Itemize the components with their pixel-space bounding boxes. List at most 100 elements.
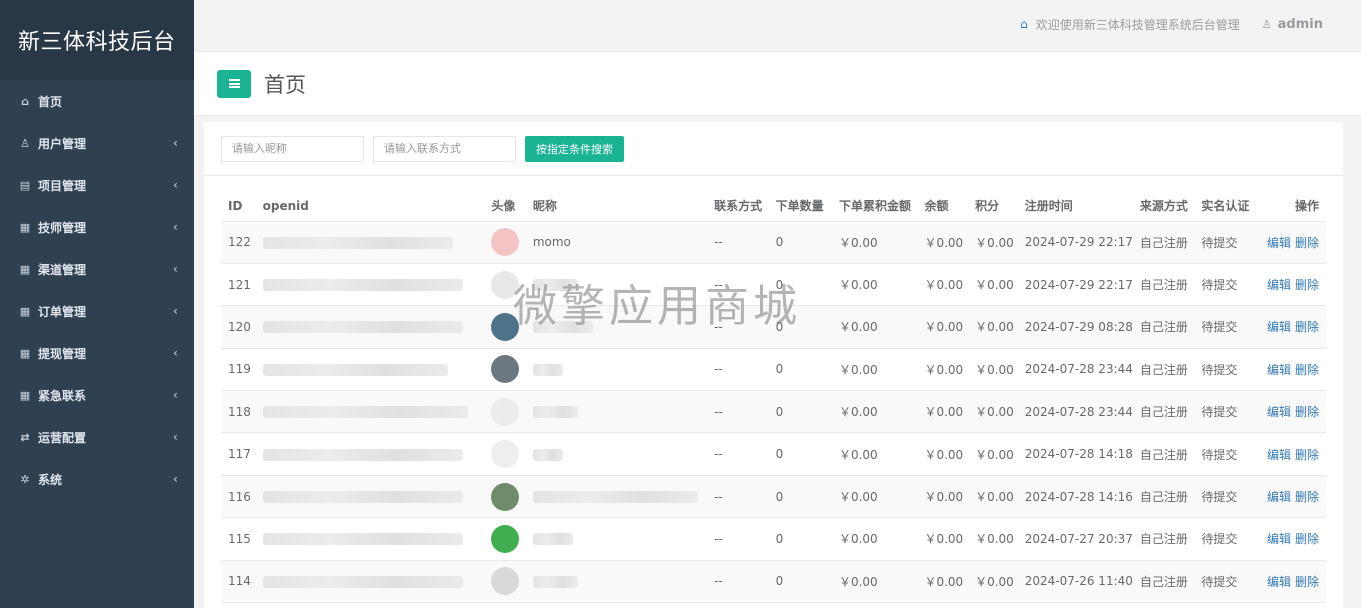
user-id: 114 [221,560,256,604]
edit-link[interactable]: 编辑 [1267,236,1291,250]
source: 自己注册 [1132,221,1195,264]
nickname-redacted [532,363,563,376]
chevron-left-icon: ‹ [173,472,178,486]
delete-link[interactable]: 删除 [1295,532,1319,546]
table-row: 118 -- 0 ￥0.00 ￥0.00 ￥0.00 2024-07-28 23:44 自己注… [221,390,1326,434]
sidebar-item-9[interactable]: ✲ 系统 ‹ [0,458,194,500]
edit-link[interactable]: 编辑 [1267,575,1291,589]
source: 自己注册 [1132,560,1195,604]
column-header: 来源方式 [1132,191,1195,222]
order-count: 0 [768,390,832,434]
page-heading: 首页 [194,52,1361,116]
user-id: 120 [221,305,256,349]
balance: ￥0.00 [917,263,969,307]
points: ￥0.00 [968,517,1018,561]
edit-link[interactable]: 编辑 [1267,490,1291,504]
chevron-left-icon: ‹ [173,388,178,402]
page-title: 首页 [264,72,306,97]
nickname-cell [525,348,708,392]
actions-cell: 编辑 删除 [1255,348,1326,392]
grid-icon: ▦ [19,388,31,402]
contact-search-input[interactable] [373,135,516,162]
delete-link[interactable]: 删除 [1295,236,1319,250]
delete-link[interactable]: 删除 [1295,278,1319,292]
edit-link[interactable]: 编辑 [1267,320,1291,334]
menu-toggle-button[interactable] [217,69,251,98]
sidebar-item-2[interactable]: ▤ 项目管理 ‹ [0,164,194,206]
edit-link[interactable]: 编辑 [1267,278,1291,292]
grid-icon: ▦ [19,262,31,276]
openid-cell [255,475,485,519]
welcome-link[interactable]: ⌂ 欢迎使用新三体科技管理系统后台管理 [1020,16,1240,33]
avatar-cell [484,475,526,519]
actions-cell: 编辑 删除 [1255,475,1326,519]
user-menu[interactable]: ♙ admin [1262,17,1323,32]
actions-cell: 编辑 删除 [1255,305,1326,349]
sidebar-item-1[interactable]: ♙ 用户管理 ‹ [0,122,194,164]
edit-link[interactable]: 编辑 [1267,532,1291,546]
balance: ￥0.00 [917,221,969,264]
table-row: 117 -- 0 ￥0.00 ￥0.00 ￥0.00 2024-07-28 14:18 自己注… [221,432,1326,476]
sidebar-item-6[interactable]: ▦ 提现管理 ‹ [0,332,194,374]
actions-cell: 编辑 删除 [1255,432,1326,476]
table-row: 114 -- 0 ￥0.00 ￥0.00 ￥0.00 2024-07-26 11:40 自己注… [221,560,1326,604]
avatar [491,482,520,511]
nickname-cell: momo [525,221,708,264]
welcome-text: 欢迎使用新三体科技管理系统后台管理 [1035,17,1240,32]
edit-link[interactable]: 编辑 [1267,363,1291,377]
nickname-redacted [532,448,563,461]
edit-link[interactable]: 编辑 [1267,448,1291,462]
avatar [491,312,520,341]
sidebar-item-0[interactable]: ⌂ 首页 [0,80,194,122]
nickname-redacted [532,575,578,588]
order-count: 0 [768,305,832,349]
table-row: 121 -- 0 ￥0.00 ￥0.00 ￥0.00 2024-07-29 22:17 自己注… [221,263,1326,307]
sidebar-item-5[interactable]: ▦ 订单管理 ‹ [0,290,194,332]
actions-cell: 编辑 删除 [1255,221,1326,264]
sidebar-item-label: 系统 [38,472,63,487]
delete-link[interactable]: 删除 [1295,448,1319,462]
delete-link[interactable]: 删除 [1295,320,1319,334]
user-name: admin [1277,16,1323,32]
contact: -- [707,560,769,604]
source: 自己注册 [1132,263,1195,307]
source: 自己注册 [1132,475,1195,519]
home-icon: ⌂ [21,94,29,108]
user-id: 115 [221,517,256,561]
order-count: 0 [768,475,832,519]
delete-link[interactable]: 删除 [1295,405,1319,419]
delete-link[interactable]: 删除 [1295,575,1319,589]
nickname-cell [525,305,708,349]
sidebar-item-8[interactable]: ⇄ 运营配置 ‹ [0,416,194,458]
verify-status: 待提交 [1194,560,1256,604]
openid-redacted [262,363,448,376]
balance: ￥0.00 [917,560,969,604]
nickname-search-input[interactable] [221,135,364,162]
avatar-cell [484,305,526,349]
content-panel: 按指定条件搜索 IDopenid头像昵称联系方式下单数量下单累积金额余额积分注册… [204,122,1343,608]
sidebar-nav: ⌂ 首页 ♙ 用户管理 ‹ ▤ 项目管理 ‹ ▦ 技师管理 ‹ ▦ 渠道管理 ‹ ▦ 订单管理 ‹ ▦ 提现管理 ‹ ▦… [0,80,194,500]
chevron-left-icon: ‹ [173,262,178,276]
search-button[interactable]: 按指定条件搜索 [525,135,624,162]
register-time: 2024-07-29 22:17 [1017,263,1133,307]
delete-link[interactable]: 删除 [1295,363,1319,377]
nickname-cell [525,432,708,476]
source: 自己注册 [1132,305,1195,349]
sidebar-item-label: 提现管理 [38,346,87,361]
sidebar-item-7[interactable]: ▦ 紧急联系 ‹ [0,374,194,416]
order-amount: ￥0.00 [831,390,918,434]
delete-link[interactable]: 删除 [1295,490,1319,504]
balance: ￥0.00 [917,475,969,519]
register-time: 2024-07-28 23:44 [1017,390,1133,434]
openid-cell [255,348,485,392]
contact: -- [707,305,769,349]
list-icon: ▤ [19,178,31,192]
sidebar-item-4[interactable]: ▦ 渠道管理 ‹ [0,248,194,290]
sidebar-item-label: 技师管理 [38,220,87,235]
edit-link[interactable]: 编辑 [1267,405,1291,419]
user-id: 121 [221,263,256,307]
sidebar-item-3[interactable]: ▦ 技师管理 ‹ [0,206,194,248]
grid-icon: ▦ [19,220,31,234]
avatar-cell [484,390,526,434]
verify-status: 待提交 [1194,348,1256,392]
